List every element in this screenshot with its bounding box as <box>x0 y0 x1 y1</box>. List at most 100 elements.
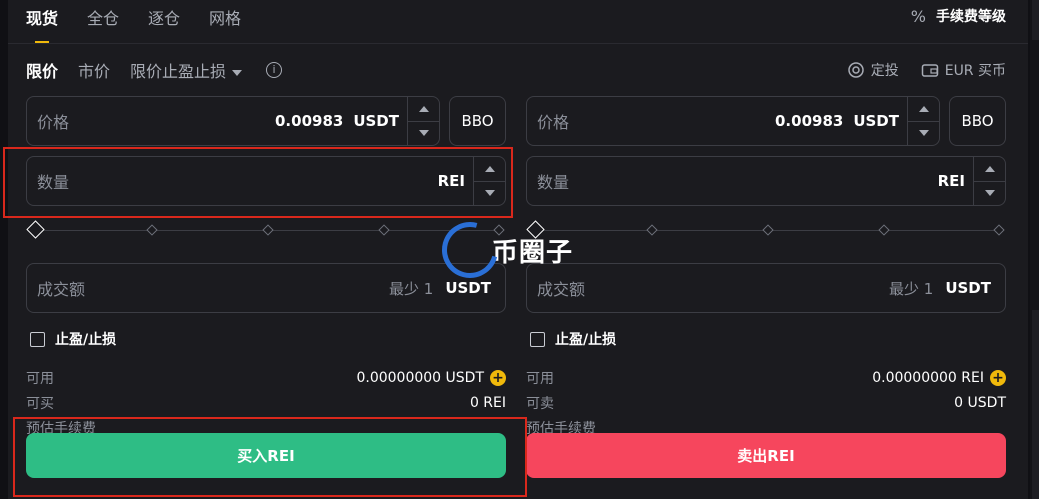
buy-available-label: 可用 <box>26 370 54 387</box>
buy-quantity-input[interactable]: 数量 REI <box>26 156 506 206</box>
slider-tick-100[interactable] <box>993 224 1005 236</box>
watermark: 币圈子 <box>431 211 574 289</box>
slider-tick-50[interactable] <box>262 224 274 236</box>
sell-quantity-increment[interactable] <box>974 157 1005 181</box>
sell-bbo-button[interactable]: BBO <box>949 96 1006 146</box>
arrow-up-icon <box>418 105 429 112</box>
edge-block <box>1032 310 1039 499</box>
arrow-down-icon <box>484 190 495 197</box>
deposit-plus-icon[interactable]: + <box>490 369 506 386</box>
arrow-down-icon <box>418 130 429 137</box>
sell-info: 可用 0.00000000 REI + 可卖 0 USDT 预估手续费 <box>526 365 1006 440</box>
sell-quantity-decrement[interactable] <box>974 180 1005 206</box>
recurring-buy-link[interactable]: 定投 <box>847 60 899 80</box>
buy-price-unit: USDT <box>353 112 399 130</box>
buy-quantity-increment[interactable] <box>474 157 505 181</box>
buy-button[interactable]: 买入REI <box>26 433 506 478</box>
buy-amount-unit: USDT <box>445 279 491 297</box>
buy-price-stepper <box>407 97 439 145</box>
sell-price-unit: USDT <box>853 112 899 130</box>
sell-quantity-unit: REI <box>937 172 965 190</box>
sell-percent-slider[interactable] <box>526 217 1006 243</box>
buy-quantity-stepper <box>473 157 505 205</box>
buy-quantity-decrement[interactable] <box>474 180 505 206</box>
divider <box>8 43 1028 44</box>
order-type-stop-limit[interactable]: 限价止盈止损 <box>130 58 243 82</box>
sell-amount-hint: 最少 1 <box>889 279 934 298</box>
buy-info: 可用 0.00000000 USDT + 可买 0 REI 预估手续费 <box>26 365 506 440</box>
watermark-text: 币圈子 <box>492 237 574 268</box>
sell-price-increment[interactable] <box>908 97 939 121</box>
sell-quantity-stepper <box>973 157 1005 205</box>
buy-tpsl-label: 止盈/止损 <box>55 332 117 348</box>
sell-tpsl-label: 止盈/止损 <box>555 332 617 348</box>
recurring-icon <box>847 62 864 78</box>
buy-quantity-unit: REI <box>437 172 465 190</box>
sell-price-input[interactable]: 价格 0.00983 USDT <box>526 96 940 146</box>
wallet-icon <box>921 64 938 77</box>
sell-amount-label: 成交额 <box>537 280 586 299</box>
slider-tick-25[interactable] <box>646 224 658 236</box>
arrow-up-icon <box>918 105 929 112</box>
deposit-plus-icon[interactable]: + <box>990 369 1006 386</box>
sell-price-label: 价格 <box>537 113 570 132</box>
tab-grid[interactable]: 网格 <box>209 0 241 44</box>
slider-handle[interactable] <box>26 220 45 239</box>
right-edge-panel <box>1030 0 1039 499</box>
arrow-down-icon <box>984 190 995 197</box>
buy-price-row: 价格 0.00983 USDT BBO <box>26 96 506 146</box>
tab-isolated-margin[interactable]: 逐仓 <box>148 0 180 44</box>
recurring-buy-label: 定投 <box>870 63 899 79</box>
checkbox[interactable] <box>530 331 545 347</box>
arrow-up-icon <box>484 165 495 172</box>
buy-bbo-button[interactable]: BBO <box>449 96 506 146</box>
sell-button[interactable]: 卖出REI <box>526 433 1006 478</box>
slider-tick-75[interactable] <box>878 224 890 236</box>
buy-quantity-label: 数量 <box>37 173 70 192</box>
trade-mode-tabs: 现货 全仓 逐仓 网格 <box>26 0 270 44</box>
sell-available-label: 可用 <box>526 370 554 387</box>
tab-cross-margin[interactable]: 全仓 <box>87 0 119 44</box>
buy-percent-slider[interactable] <box>26 217 506 243</box>
buy-price-increment[interactable] <box>408 97 439 121</box>
buy-available-value: 0.00000000 USDT <box>356 369 484 386</box>
buy-amount-input[interactable]: 成交额 最少 1 USDT <box>26 263 506 313</box>
buy-amount-hint: 最少 1 <box>389 279 434 298</box>
buy-max-label: 可买 <box>26 395 54 412</box>
slider-tick-75[interactable] <box>378 224 390 236</box>
buy-tpsl-toggle[interactable]: 止盈/止损 <box>26 329 506 349</box>
checkbox[interactable] <box>30 331 45 347</box>
sell-quantity-label: 数量 <box>537 173 570 192</box>
eur-buy-label: EUR 买币 <box>944 63 1006 79</box>
order-type-market[interactable]: 市价 <box>78 58 110 82</box>
order-type-stop-limit-label: 限价止盈止损 <box>130 62 227 81</box>
percent-icon: % <box>910 6 926 26</box>
buy-available-row: 可用 0.00000000 USDT + <box>26 365 506 390</box>
sell-tpsl-toggle[interactable]: 止盈/止损 <box>526 329 1006 349</box>
sell-max-label: 可卖 <box>526 395 554 412</box>
order-type-limit[interactable]: 限价 <box>26 58 58 82</box>
info-icon[interactable]: i <box>266 62 283 78</box>
buy-price-input[interactable]: 价格 0.00983 USDT <box>26 96 440 146</box>
sell-amount-input[interactable]: 成交额 最少 1 USDT <box>526 263 1006 313</box>
sell-quantity-input[interactable]: 数量 REI <box>526 156 1006 206</box>
buy-max-value: 0 REI <box>469 394 506 411</box>
sell-form: 价格 0.00983 USDT BBO 数量 REI 成交额 最少 1 USDT… <box>526 96 1006 440</box>
eur-buy-link[interactable]: EUR 买币 <box>921 60 1006 80</box>
sell-price-decrement[interactable] <box>908 120 939 146</box>
fee-level-label: 手续费等级 <box>936 9 1006 25</box>
edge-block <box>1032 0 1039 40</box>
tab-spot[interactable]: 现货 <box>26 0 58 44</box>
sell-amount-unit: USDT <box>945 279 991 297</box>
slider-tick-50[interactable] <box>762 224 774 236</box>
arrow-up-icon <box>984 165 995 172</box>
buy-price-value: 0.00983 <box>275 112 344 130</box>
sell-price-row: 价格 0.00983 USDT BBO <box>526 96 1006 146</box>
slider-tick-25[interactable] <box>146 224 158 236</box>
arrow-down-icon <box>918 130 929 137</box>
top-right-links: 定投 EUR 买币 <box>825 60 1006 80</box>
buy-form: 价格 0.00983 USDT BBO 数量 REI 成交额 最少 1 USDT… <box>26 96 506 440</box>
buy-price-decrement[interactable] <box>408 120 439 146</box>
fee-level-link[interactable]: % 手续费等级 <box>911 6 1006 26</box>
sell-available-row: 可用 0.00000000 REI + <box>526 365 1006 390</box>
